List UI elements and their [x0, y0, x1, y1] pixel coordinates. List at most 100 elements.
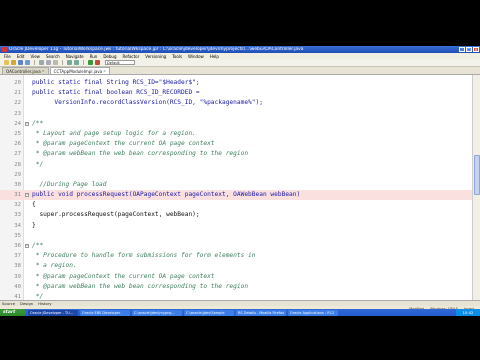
vertical-scrollbar[interactable] — [472, 75, 480, 300]
code-line: 26 * @param pageContext the current OA p… — [0, 139, 472, 149]
line-number: 27 — [14, 151, 21, 158]
line-number: 41 — [14, 293, 21, 300]
code-text: public static final boolean RCS_ID_RECOR… — [32, 89, 200, 97]
toolbar-separator — [34, 60, 35, 65]
editor-tab[interactable]: CCTAppModuleImpl.java × — [49, 67, 111, 75]
code-text: * @param pageContext the current OA page… — [32, 272, 215, 280]
menu-item-tools[interactable]: Tools — [172, 54, 182, 59]
menu-item-debug[interactable]: Debug — [103, 54, 116, 59]
close-icon[interactable]: × — [473, 47, 479, 52]
maximize-icon[interactable]: □ — [466, 47, 472, 52]
code-line: 31− public void processRequest(OAPageCont… — [0, 190, 472, 201]
code-text: * a region. — [32, 262, 77, 270]
code-line: 32 { — [0, 200, 472, 210]
run-icon[interactable] — [88, 60, 93, 65]
cut-icon[interactable] — [39, 60, 44, 65]
line-number: 35 — [14, 232, 21, 239]
window-title: Oracle JDeveloper 11g - TutorialWorkspac… — [9, 47, 304, 52]
code-line: 33 super.processRequest(pageContext, web… — [0, 210, 472, 220]
scrollbar-thumb[interactable] — [474, 155, 480, 195]
close-tab-icon[interactable]: × — [42, 68, 45, 75]
menu-item-help[interactable]: Help — [210, 54, 219, 59]
code-text: /** — [32, 242, 44, 249]
editor-tab-bar: OAController.java × CCTAppModuleImpl.java × — [0, 67, 480, 75]
undo-icon[interactable] — [67, 60, 72, 65]
code-text: * Layout and page setup logic for a regi… — [32, 129, 196, 137]
line-number: 37 — [14, 253, 21, 260]
line-number: 28 — [14, 161, 21, 168]
taskbar-button[interactable]: C:\oracle\jdev\myproj... — [132, 309, 182, 316]
redo-icon[interactable] — [74, 60, 79, 65]
code-text: } — [32, 221, 36, 229]
code-line: 40 * @param webBean the web bean corresp… — [0, 282, 472, 292]
code-text: * @param webBean the web bean correspond… — [32, 282, 249, 290]
app-icon — [2, 47, 7, 52]
debug-icon[interactable] — [95, 60, 100, 65]
new-file-icon[interactable] — [4, 60, 9, 65]
code-line: 30 //During Page load — [0, 180, 472, 190]
taskbar-button[interactable]: Oracle Applications : R12 — [288, 309, 338, 316]
fold-toggle-icon[interactable]: − — [25, 121, 29, 126]
code-line: 20 public static final String RCS_ID="$He… — [0, 78, 472, 88]
video-letterbox-top — [0, 0, 480, 46]
code-text: //During Page load — [32, 180, 107, 188]
copy-icon[interactable] — [46, 60, 51, 65]
line-number: 29 — [14, 171, 21, 178]
code-line: 23 — [0, 109, 472, 119]
code-line: 29 — [0, 170, 472, 180]
code-text: public void processRequest(OAPageContext… — [32, 191, 301, 199]
start-button[interactable]: start — [0, 309, 26, 316]
code-text: */ — [32, 160, 44, 168]
menu-item-navigate[interactable]: Navigate — [66, 54, 84, 59]
line-number: 22 — [14, 100, 21, 107]
line-number: 25 — [14, 130, 21, 137]
taskbar-button[interactable]: RS Details - Mozilla Firefox — [236, 309, 286, 316]
line-number: 40 — [14, 283, 21, 290]
minimize-icon[interactable]: _ — [459, 47, 465, 52]
close-tab-icon[interactable]: × — [103, 68, 106, 75]
video-letterbox-bottom — [0, 316, 480, 360]
menu-item-view[interactable]: View — [30, 54, 40, 59]
code-text: */ — [32, 292, 44, 300]
window-controls: _ □ × — [459, 47, 479, 52]
menu-item-file[interactable]: File — [4, 54, 11, 59]
menu-item-versioning[interactable]: Versioning — [145, 54, 166, 59]
line-number: 20 — [14, 80, 21, 86]
title-bar: Oracle JDeveloper 11g - TutorialWorkspac… — [0, 46, 480, 53]
code-line: 34} — [0, 221, 472, 231]
code-line: 38 * a region. — [0, 261, 472, 271]
open-folder-icon[interactable] — [11, 60, 16, 65]
taskbar-button[interactable]: C:\oracle\jdev\Sample — [184, 309, 234, 316]
line-number: 31 — [14, 192, 21, 199]
menu-item-refactor[interactable]: Refactor — [122, 54, 139, 59]
line-number: 33 — [14, 212, 21, 219]
fold-toggle-icon[interactable]: − — [25, 244, 29, 248]
code-text: public static final String RCS_ID="$Head… — [32, 79, 200, 86]
code-line: 27 * @param webBean the web bean corresp… — [0, 149, 472, 159]
menu-item-run[interactable]: Run — [90, 54, 98, 59]
taskbar-button[interactable]: Oracle EBS Developer — [80, 309, 130, 316]
code-editor[interactable]: 20 public static final String RCS_ID="$He… — [0, 75, 480, 300]
code-line: 41 */ — [0, 292, 472, 300]
fold-toggle-icon[interactable]: − — [25, 193, 29, 198]
save-all-icon[interactable] — [25, 60, 30, 65]
line-number: 26 — [14, 141, 21, 148]
code-text: * Procedure to handle form submissions f… — [32, 252, 256, 260]
run-configuration-select[interactable]: Default — [105, 60, 135, 65]
editor-tab[interactable]: OAController.java × — [2, 67, 49, 74]
code-text: /** — [32, 119, 44, 127]
paste-icon[interactable] — [53, 60, 58, 65]
menu-item-window[interactable]: Window — [188, 54, 204, 59]
menu-item-search[interactable]: Search — [46, 54, 60, 59]
line-number: 39 — [14, 273, 21, 280]
code-line: 21 public static final boolean RCS_ID_REC… — [0, 88, 472, 98]
line-number: 32 — [14, 202, 21, 209]
menu-item-edit[interactable]: Edit — [17, 54, 25, 59]
taskbar-button[interactable]: Oracle JDeveloper - TU... — [28, 309, 78, 316]
save-icon[interactable] — [18, 60, 23, 65]
code-text: super.processRequest(pageContext, webBea… — [32, 211, 200, 219]
jdeveloper-window: Oracle JDeveloper 11g - TutorialWorkspac… — [0, 46, 480, 316]
